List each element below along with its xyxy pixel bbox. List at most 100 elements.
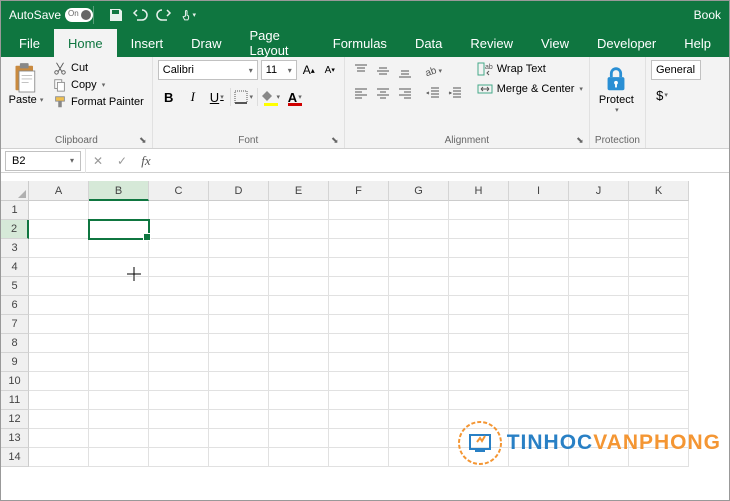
cell[interactable] bbox=[329, 296, 389, 315]
cell[interactable] bbox=[149, 410, 209, 429]
cell[interactable] bbox=[629, 258, 689, 277]
cell[interactable] bbox=[269, 277, 329, 296]
cell[interactable] bbox=[389, 296, 449, 315]
redo-icon[interactable] bbox=[156, 7, 172, 23]
cell[interactable] bbox=[329, 429, 389, 448]
cell[interactable] bbox=[209, 220, 269, 239]
cell[interactable] bbox=[449, 258, 509, 277]
row-header[interactable]: 7 bbox=[1, 315, 29, 334]
cell[interactable] bbox=[509, 315, 569, 334]
align-bottom-icon[interactable] bbox=[394, 60, 416, 82]
cell[interactable] bbox=[449, 391, 509, 410]
copy-button[interactable]: Copy▾ bbox=[50, 77, 147, 93]
cell[interactable] bbox=[209, 410, 269, 429]
cell[interactable] bbox=[569, 296, 629, 315]
cell[interactable] bbox=[509, 220, 569, 239]
cell[interactable] bbox=[569, 315, 629, 334]
cell[interactable] bbox=[209, 315, 269, 334]
cell[interactable] bbox=[629, 315, 689, 334]
fill-color-button[interactable]: ▾ bbox=[260, 86, 282, 108]
cell[interactable] bbox=[89, 353, 149, 372]
cell[interactable] bbox=[29, 372, 89, 391]
cell[interactable] bbox=[269, 448, 329, 467]
cell[interactable] bbox=[329, 391, 389, 410]
enter-icon[interactable]: ✓ bbox=[110, 151, 134, 171]
tab-page-layout[interactable]: Page Layout bbox=[236, 29, 319, 57]
cell[interactable] bbox=[269, 239, 329, 258]
cell[interactable] bbox=[209, 277, 269, 296]
cell[interactable] bbox=[209, 296, 269, 315]
cell[interactable] bbox=[269, 372, 329, 391]
cell[interactable] bbox=[509, 334, 569, 353]
cell[interactable] bbox=[149, 372, 209, 391]
tab-help[interactable]: Help bbox=[670, 29, 725, 57]
cell[interactable] bbox=[149, 296, 209, 315]
align-middle-icon[interactable] bbox=[372, 60, 394, 82]
cell[interactable] bbox=[89, 372, 149, 391]
cell[interactable] bbox=[89, 258, 149, 277]
row-header[interactable]: 5 bbox=[1, 277, 29, 296]
cell[interactable] bbox=[209, 391, 269, 410]
cell[interactable] bbox=[629, 391, 689, 410]
column-header[interactable]: B bbox=[89, 181, 149, 201]
tab-data[interactable]: Data bbox=[401, 29, 456, 57]
align-top-icon[interactable] bbox=[350, 60, 372, 82]
cell[interactable] bbox=[89, 220, 149, 239]
cell[interactable] bbox=[209, 258, 269, 277]
cell[interactable] bbox=[629, 372, 689, 391]
cell[interactable] bbox=[629, 277, 689, 296]
cell[interactable] bbox=[29, 410, 89, 429]
touch-mode-icon[interactable]: ▾ bbox=[180, 7, 196, 23]
cell[interactable] bbox=[29, 296, 89, 315]
dialog-launcher-icon[interactable]: ⬊ bbox=[329, 134, 341, 146]
cell[interactable] bbox=[149, 239, 209, 258]
cell[interactable] bbox=[29, 277, 89, 296]
cell[interactable] bbox=[449, 239, 509, 258]
protect-button[interactable]: Protect ▾ bbox=[595, 60, 638, 133]
column-header[interactable]: E bbox=[269, 181, 329, 201]
cell[interactable] bbox=[629, 201, 689, 220]
cell[interactable] bbox=[209, 429, 269, 448]
cell[interactable] bbox=[449, 220, 509, 239]
cell[interactable] bbox=[89, 410, 149, 429]
cell[interactable] bbox=[269, 353, 329, 372]
cell[interactable] bbox=[89, 277, 149, 296]
cell[interactable] bbox=[269, 410, 329, 429]
cell[interactable] bbox=[569, 201, 629, 220]
column-header[interactable]: K bbox=[629, 181, 689, 201]
bold-button[interactable]: B bbox=[158, 86, 180, 108]
cell[interactable] bbox=[89, 315, 149, 334]
cell[interactable] bbox=[269, 258, 329, 277]
cell[interactable] bbox=[449, 353, 509, 372]
cell[interactable] bbox=[329, 334, 389, 353]
row-header[interactable]: 2 bbox=[1, 220, 29, 239]
cell[interactable] bbox=[569, 258, 629, 277]
font-size-combo[interactable]: 11▾ bbox=[261, 60, 297, 80]
font-name-combo[interactable]: Calibri▾ bbox=[158, 60, 258, 80]
column-header[interactable]: H bbox=[449, 181, 509, 201]
cell[interactable] bbox=[209, 334, 269, 353]
cell[interactable] bbox=[329, 448, 389, 467]
number-format-combo[interactable]: General bbox=[651, 60, 701, 80]
row-header[interactable]: 11 bbox=[1, 391, 29, 410]
cell[interactable] bbox=[509, 353, 569, 372]
cell[interactable] bbox=[509, 201, 569, 220]
cell[interactable] bbox=[569, 277, 629, 296]
cell[interactable] bbox=[89, 334, 149, 353]
cell[interactable] bbox=[269, 315, 329, 334]
cell[interactable] bbox=[269, 429, 329, 448]
autosave-toggle[interactable]: AutoSave On bbox=[9, 8, 93, 22]
tab-review[interactable]: Review bbox=[456, 29, 527, 57]
cell[interactable] bbox=[569, 353, 629, 372]
cell[interactable] bbox=[569, 391, 629, 410]
cell[interactable] bbox=[389, 410, 449, 429]
cell[interactable] bbox=[509, 277, 569, 296]
cell[interactable] bbox=[509, 239, 569, 258]
cell[interactable] bbox=[149, 353, 209, 372]
cell[interactable] bbox=[329, 353, 389, 372]
cell[interactable] bbox=[269, 334, 329, 353]
cut-button[interactable]: Cut bbox=[50, 60, 147, 76]
column-header[interactable]: A bbox=[29, 181, 89, 201]
cell[interactable] bbox=[389, 353, 449, 372]
row-header[interactable]: 12 bbox=[1, 410, 29, 429]
